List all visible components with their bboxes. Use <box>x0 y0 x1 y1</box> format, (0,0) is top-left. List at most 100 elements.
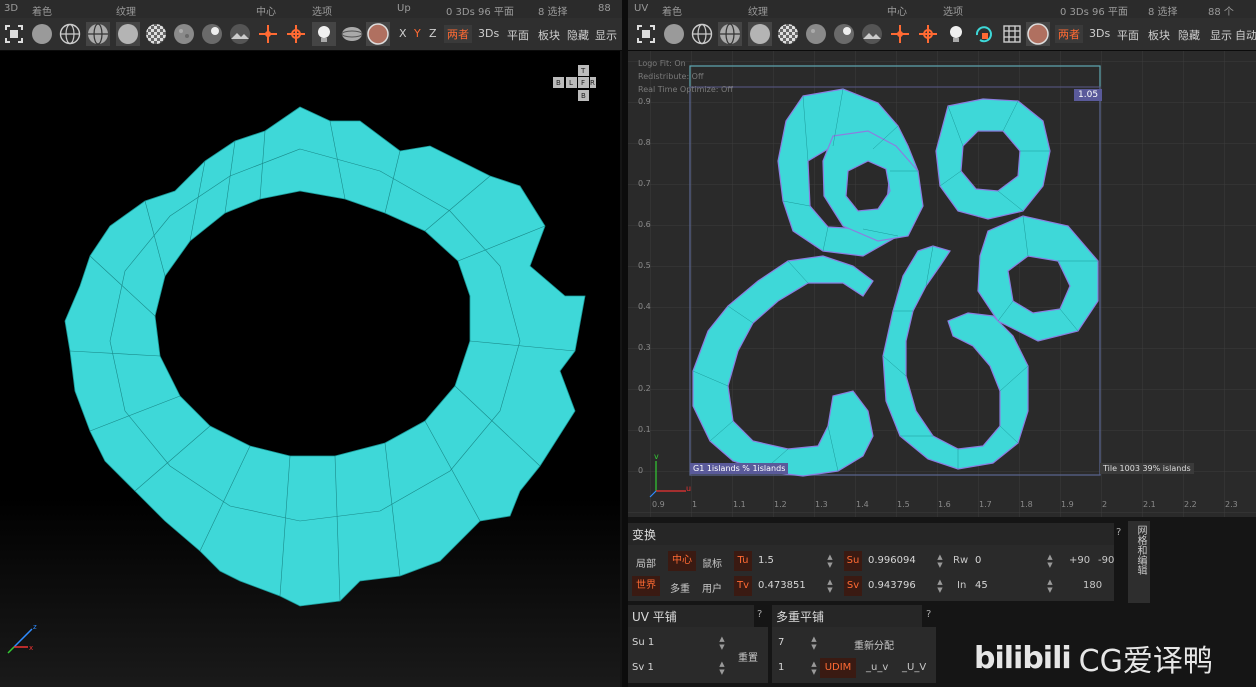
tu-field[interactable]: 1.5 <box>758 555 774 566</box>
menu-options-uv[interactable]: 选项 <box>943 3 963 18</box>
uv-frame-icon[interactable] <box>634 22 658 46</box>
realtime-optimize-status: Real Time Optimize: Off <box>638 85 733 94</box>
uv-lit-sphere-icon[interactable] <box>832 22 856 46</box>
menu-uv[interactable]: UV <box>634 3 648 14</box>
user-option[interactable]: 用户 <box>702 580 722 595</box>
redistribute-button[interactable]: 重新分配 <box>854 637 894 652</box>
light-bulb-icon[interactable] <box>312 22 336 46</box>
lit-sphere-icon[interactable] <box>200 22 224 46</box>
plane-icon[interactable] <box>340 22 364 46</box>
pivot-center-icon[interactable] <box>256 22 280 46</box>
multi-tile-count-field[interactable]: 7 <box>778 637 784 648</box>
rw-stepper-icon[interactable]: ▲ ▼ <box>1046 553 1054 569</box>
menu-options[interactable]: 选项 <box>312 3 332 18</box>
uv-wire-globe-icon[interactable] <box>690 22 714 46</box>
in-stepper-icon[interactable]: ▲ ▼ <box>1046 578 1054 594</box>
rotate-minus90-button[interactable]: -90 <box>1098 555 1114 566</box>
uv-viewport[interactable]: 0.9 0.8 0.7 0.6 0.5 0.4 0.3 0.2 0.1 0 0.… <box>628 51 1256 517</box>
tv-field[interactable]: 0.473851 <box>758 580 806 591</box>
uv-tile-help-button[interactable]: ? <box>757 609 762 620</box>
menu-texture-uv[interactable]: 纹理 <box>748 3 768 18</box>
uv-tile-sv-field[interactable]: Sv 1 <box>632 662 654 673</box>
multi-tile-one-field[interactable]: 1 <box>778 662 784 673</box>
uv-hide-button[interactable]: 隐藏 <box>1178 27 1200 43</box>
mouse-option[interactable]: 鼠标 <box>702 555 722 570</box>
both-button[interactable]: 两者 <box>444 25 472 43</box>
rw-field[interactable]: 0 <box>975 555 981 566</box>
axis-x-button[interactable]: X <box>399 27 407 40</box>
uv-matcap-icon[interactable] <box>748 22 772 46</box>
menu-texture[interactable]: 纹理 <box>116 3 136 18</box>
uv-pivot-local-icon[interactable] <box>916 22 940 46</box>
uv-block-button[interactable]: 板块 <box>1148 27 1170 43</box>
su-stepper-icon[interactable]: ▲ ▼ <box>936 553 944 569</box>
hide-button[interactable]: 隐藏 <box>567 27 589 43</box>
tv-stepper-icon[interactable]: ▲ ▼ <box>826 578 834 594</box>
multi-tile-header[interactable]: 多重平铺 <box>772 605 922 627</box>
menu-center-uv[interactable]: 中心 <box>887 3 907 18</box>
uv-auto-button[interactable]: 自动 <box>1235 27 1256 43</box>
show-button[interactable]: 显示 <box>595 27 617 43</box>
viewport-3d[interactable]: T B L F R B z x <box>0 51 620 687</box>
axis-y-button[interactable]: Y <box>414 27 421 40</box>
tu-stepper-icon[interactable]: ▲ ▼ <box>826 553 834 569</box>
uv-show-button[interactable]: 显示 <box>1210 27 1232 43</box>
wire-globe-icon[interactable] <box>58 22 82 46</box>
uv-upper-button[interactable]: _U_V <box>902 662 926 673</box>
uv-threeds-button[interactable]: 3Ds <box>1089 27 1110 40</box>
multi-tile-one-stepper-icon[interactable]: ▲ ▼ <box>810 660 818 676</box>
lock-rotate-icon[interactable] <box>972 22 996 46</box>
uv-light-bulb-icon[interactable] <box>944 22 968 46</box>
menu-shading[interactable]: 着色 <box>32 3 52 18</box>
menu-shading-uv[interactable]: 着色 <box>662 3 682 18</box>
uv-tile-sv-stepper-icon[interactable]: ▲ ▼ <box>718 660 726 676</box>
uv-tile-header[interactable]: UV 平铺 <box>628 605 754 627</box>
uv-material-sphere-icon[interactable] <box>1026 22 1050 46</box>
menu-3d[interactable]: 3D <box>4 3 18 14</box>
uv-pivot-center-icon[interactable] <box>888 22 912 46</box>
sv-field[interactable]: 0.943796 <box>868 580 916 591</box>
uv-lower-button[interactable]: _u_v <box>866 662 888 673</box>
center-option[interactable]: 中心 <box>668 551 696 571</box>
multi-option[interactable]: 多重 <box>670 580 690 595</box>
uv-terrain-icon[interactable] <box>860 22 884 46</box>
menu-up[interactable]: Up <box>397 3 411 14</box>
frame-icon[interactable] <box>2 22 26 46</box>
transform-help-button[interactable]: ? <box>1116 527 1121 538</box>
sv-stepper-icon[interactable]: ▲ ▼ <box>936 578 944 594</box>
multi-tile-count-stepper-icon[interactable]: ▲ ▼ <box>810 635 818 651</box>
sphere-icon[interactable] <box>30 22 54 46</box>
menu-center[interactable]: 中心 <box>256 3 276 18</box>
in-field[interactable]: 45 <box>975 580 988 591</box>
world-option[interactable]: 世界 <box>632 576 660 596</box>
block-button[interactable]: 板块 <box>538 27 560 43</box>
plane-button[interactable]: 平面 <box>507 27 529 43</box>
uv-plane-button[interactable]: 平面 <box>1117 27 1139 43</box>
grid-icon[interactable] <box>1000 22 1024 46</box>
terrain-icon[interactable] <box>228 22 252 46</box>
uv-tile-su-stepper-icon[interactable]: ▲ ▼ <box>718 635 726 651</box>
uv-both-button[interactable]: 两者 <box>1055 25 1083 43</box>
uv-rough-sphere-icon[interactable] <box>804 22 828 46</box>
threeds-button[interactable]: 3Ds <box>478 27 499 40</box>
rotate-plus90-button[interactable]: +90 <box>1069 555 1090 566</box>
udim-button[interactable]: UDIM <box>820 658 856 678</box>
uv-tile-reset-button[interactable]: 重置 <box>738 649 758 664</box>
uv-shaded-globe-icon[interactable] <box>718 22 742 46</box>
rough-sphere-icon[interactable] <box>172 22 196 46</box>
checker-icon[interactable] <box>144 22 168 46</box>
mesh-edit-side-tab[interactable]: 网格和编辑 <box>1128 521 1150 603</box>
su-field[interactable]: 0.996094 <box>868 555 916 566</box>
transform-header[interactable]: 变换 <box>628 523 1114 545</box>
pivot-local-icon[interactable] <box>284 22 308 46</box>
uv-tile-su-field[interactable]: Su 1 <box>632 637 654 648</box>
uv-checker-icon[interactable] <box>776 22 800 46</box>
axis-z-button[interactable]: Z <box>429 27 437 40</box>
multi-tile-help-button[interactable]: ? <box>926 609 931 620</box>
local-option[interactable]: 局部 <box>636 555 656 570</box>
uv-sphere-icon[interactable] <box>662 22 686 46</box>
matcap-icon[interactable] <box>116 22 140 46</box>
rotate-180-button[interactable]: 180 <box>1083 580 1102 591</box>
shaded-globe-icon[interactable] <box>86 22 110 46</box>
material-sphere-icon[interactable] <box>366 22 390 46</box>
